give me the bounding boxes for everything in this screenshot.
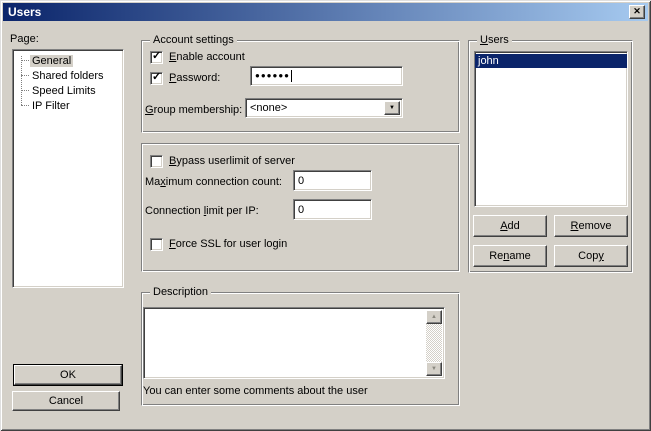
- close-button[interactable]: ✕: [629, 5, 645, 19]
- scroll-up-icon[interactable]: ▲: [426, 310, 442, 324]
- max-connections-input[interactable]: 0: [293, 170, 372, 191]
- group-membership-label: Group membership:: [145, 104, 242, 117]
- cancel-button[interactable]: Cancel: [12, 391, 120, 411]
- tree-item-label: Speed Limits: [30, 85, 98, 97]
- force-ssl-checkbox[interactable]: ✓: [150, 238, 163, 251]
- group-membership-select[interactable]: <none> ▼: [245, 98, 403, 118]
- user-list-item[interactable]: john: [475, 54, 627, 68]
- tree-item-label: Shared folders: [30, 70, 106, 82]
- users-dialog: Users ✕ Page: General Shared folders Spe…: [0, 0, 651, 431]
- text-caret: [291, 70, 292, 82]
- tree-item-label: General: [30, 55, 73, 67]
- rename-button-label: Rename: [489, 250, 531, 262]
- max-connections-label: Maximum connection count:: [145, 176, 282, 189]
- copy-button-label: Copy: [578, 250, 604, 262]
- tree-item-shared-folders[interactable]: Shared folders: [13, 68, 123, 83]
- ip-limit-label: Connection limit per IP:: [145, 205, 259, 218]
- cancel-button-label: Cancel: [49, 395, 83, 407]
- page-label: Page:: [10, 33, 39, 46]
- bypass-userlimit-label[interactable]: Bypass userlimit of server: [169, 155, 295, 168]
- tree-item-ip-filter[interactable]: IP Filter: [13, 98, 123, 113]
- group-account-settings-title: Account settings: [150, 34, 237, 47]
- checkmark-icon: ✓: [152, 50, 161, 63]
- description-textarea[interactable]: ▲ ▼: [143, 307, 445, 379]
- password-masked-value: ●●●●●●: [255, 71, 290, 81]
- checkmark-icon: ✓: [152, 71, 161, 84]
- titlebar[interactable]: Users: [3, 3, 648, 21]
- ip-limit-value: 0: [298, 204, 304, 216]
- user-name: john: [478, 55, 499, 67]
- remove-button[interactable]: Remove: [554, 215, 628, 237]
- add-button-label: Add: [500, 220, 520, 232]
- scrollbar-track[interactable]: [426, 324, 442, 362]
- copy-button[interactable]: Copy: [554, 245, 628, 267]
- description-hint: You can enter some comments about the us…: [143, 385, 368, 398]
- enable-account-label[interactable]: Enable account: [169, 51, 245, 64]
- password-checkbox[interactable]: ✓: [150, 72, 163, 85]
- tree-item-general[interactable]: General: [13, 53, 123, 68]
- group-description-title: Description: [150, 286, 211, 299]
- description-scrollbar[interactable]: ▲ ▼: [426, 310, 442, 376]
- close-icon: ✕: [633, 6, 641, 17]
- password-label[interactable]: Password:: [169, 72, 220, 85]
- users-list[interactable]: john: [474, 51, 628, 207]
- remove-button-label: Remove: [571, 220, 612, 232]
- group-membership-value: <none>: [250, 102, 287, 114]
- page-tree[interactable]: General Shared folders Speed Limits IP F…: [12, 49, 124, 288]
- window-title: Users: [8, 5, 41, 19]
- group-users-title: Users: [477, 34, 512, 47]
- tree-item-label: IP Filter: [30, 100, 72, 112]
- password-input[interactable]: ●●●●●●: [250, 66, 403, 86]
- scroll-down-icon[interactable]: ▼: [426, 362, 442, 376]
- ok-button-label: OK: [60, 369, 76, 381]
- ok-button[interactable]: OK: [14, 365, 122, 385]
- ip-limit-input[interactable]: 0: [293, 199, 372, 220]
- force-ssl-label[interactable]: Force SSL for user login: [169, 238, 287, 251]
- add-button[interactable]: Add: [473, 215, 547, 237]
- dropdown-arrow-icon[interactable]: ▼: [384, 101, 400, 115]
- tree-item-speed-limits[interactable]: Speed Limits: [13, 83, 123, 98]
- max-connections-value: 0: [298, 175, 304, 187]
- bypass-userlimit-checkbox[interactable]: ✓: [150, 155, 163, 168]
- rename-button[interactable]: Rename: [473, 245, 547, 267]
- enable-account-checkbox[interactable]: ✓: [150, 51, 163, 64]
